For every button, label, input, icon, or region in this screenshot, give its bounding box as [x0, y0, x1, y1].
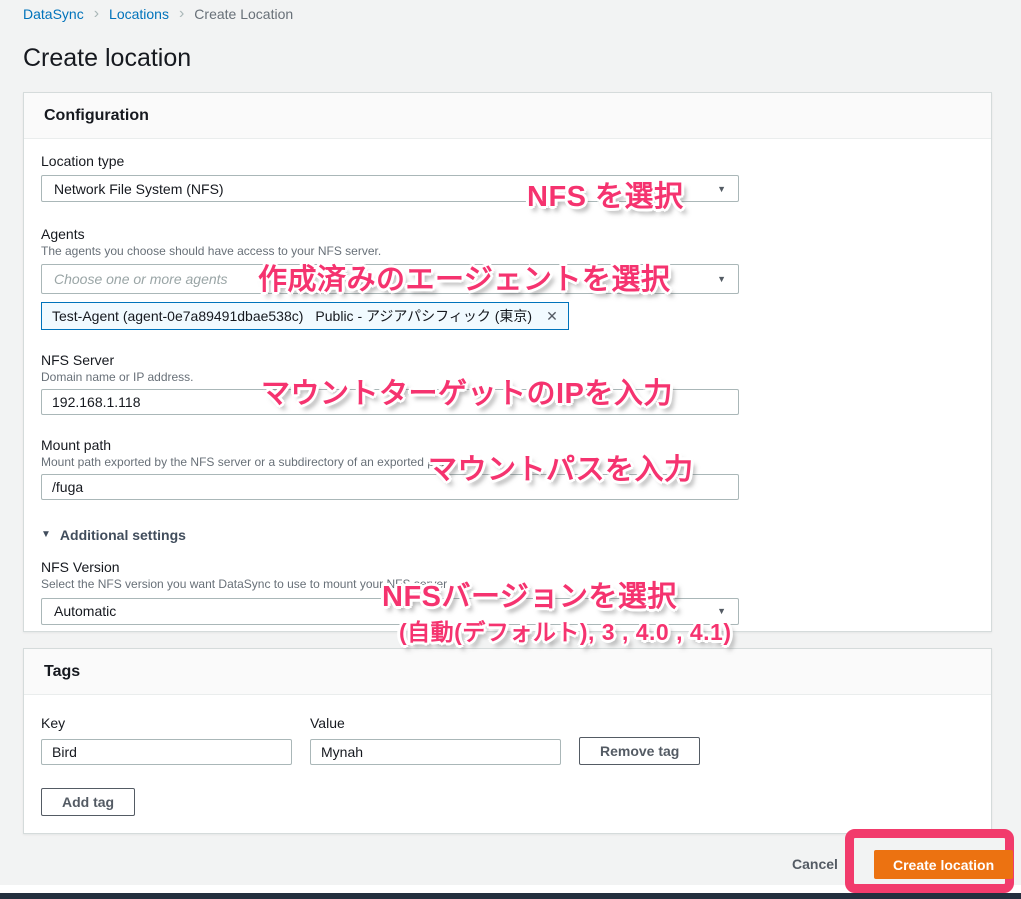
bottom-white-strip: [0, 885, 1021, 893]
close-icon[interactable]: ✕: [546, 308, 558, 325]
tag-key-label: Key: [41, 715, 292, 731]
location-type-label: Location type: [41, 153, 971, 169]
triangle-down-icon: ▼: [41, 529, 51, 540]
configuration-card-body: Location type Network File System (NFS) …: [24, 139, 991, 625]
nfs-version-value: Automatic: [54, 603, 116, 619]
agent-name: Test-Agent (agent-0e7a89491dbae538c): [52, 308, 303, 324]
create-location-button[interactable]: Create location: [874, 850, 1013, 879]
location-type-select[interactable]: Network File System (NFS) ▼: [41, 175, 739, 202]
nfs-server-input[interactable]: [41, 389, 739, 415]
mount-path-field: Mount path Mount path exported by the NF…: [41, 437, 971, 500]
chevron-down-icon: ▼: [717, 606, 726, 616]
agents-field: Agents The agents you choose should have…: [41, 226, 971, 330]
configuration-title: Configuration: [44, 107, 149, 125]
tags-title: Tags: [44, 663, 80, 681]
breadcrumb: DataSync › Locations › Create Location: [23, 6, 293, 22]
nfs-version-label: NFS Version: [41, 559, 971, 575]
tag-value-input[interactable]: [310, 739, 561, 765]
chevron-down-icon: ▼: [717, 184, 726, 194]
tags-card-header: Tags: [24, 649, 991, 695]
configuration-card: Configuration Location type Network File…: [23, 92, 992, 632]
breadcrumb-separator-icon: ›: [179, 6, 184, 22]
additional-settings-label: Additional settings: [60, 527, 186, 543]
mount-path-input[interactable]: [41, 474, 739, 500]
tags-card: Tags Key Value Remove tag Add tag: [23, 648, 992, 834]
additional-settings-expander[interactable]: ▼ Additional settings: [41, 527, 186, 543]
agents-multiselect[interactable]: ▼: [41, 264, 739, 294]
selected-agent-token: Test-Agent (agent-0e7a89491dbae538c) Pub…: [41, 302, 569, 330]
cancel-button[interactable]: Cancel: [792, 856, 838, 872]
breadcrumb-link-datasync[interactable]: DataSync: [23, 6, 84, 22]
mount-path-description: Mount path exported by the NFS server or…: [41, 455, 971, 469]
tags-card-body: Key Value Remove tag Add tag: [24, 695, 991, 816]
create-location-page: DataSync › Locations › Create Location C…: [0, 0, 1021, 899]
bottom-footer-bar: [0, 893, 1021, 899]
breadcrumb-separator-icon: ›: [94, 6, 99, 22]
agents-input[interactable]: [54, 266, 474, 292]
tag-row: Key Value Remove tag: [41, 709, 971, 765]
tag-key-column: Key: [41, 715, 292, 765]
tag-value-column: Value: [310, 715, 561, 765]
chevron-down-icon: ▼: [717, 274, 726, 284]
location-type-value: Network File System (NFS): [54, 181, 224, 197]
tag-key-input[interactable]: [41, 739, 292, 765]
nfs-version-select[interactable]: Automatic ▼: [41, 598, 739, 625]
nfs-version-field: NFS Version Select the NFS version you w…: [41, 559, 971, 625]
nfs-server-field: NFS Server Domain name or IP address.: [41, 352, 971, 415]
nfs-server-description: Domain name or IP address.: [41, 370, 971, 384]
tag-value-label: Value: [310, 715, 561, 731]
location-type-field: Location type Network File System (NFS) …: [41, 153, 971, 202]
page-title: Create location: [23, 44, 191, 73]
agents-description: The agents you choose should have access…: [41, 244, 971, 258]
breadcrumb-current: Create Location: [194, 6, 293, 22]
add-tag-button[interactable]: Add tag: [41, 788, 135, 816]
nfs-version-description: Select the NFS version you want DataSync…: [41, 577, 971, 591]
remove-tag-button[interactable]: Remove tag: [579, 737, 700, 765]
configuration-card-header: Configuration: [24, 93, 991, 139]
agents-label: Agents: [41, 226, 971, 242]
mount-path-label: Mount path: [41, 437, 971, 453]
breadcrumb-link-locations[interactable]: Locations: [109, 6, 169, 22]
agent-detail: Public - アジアパシフィック (東京): [315, 306, 532, 326]
nfs-server-label: NFS Server: [41, 352, 971, 368]
